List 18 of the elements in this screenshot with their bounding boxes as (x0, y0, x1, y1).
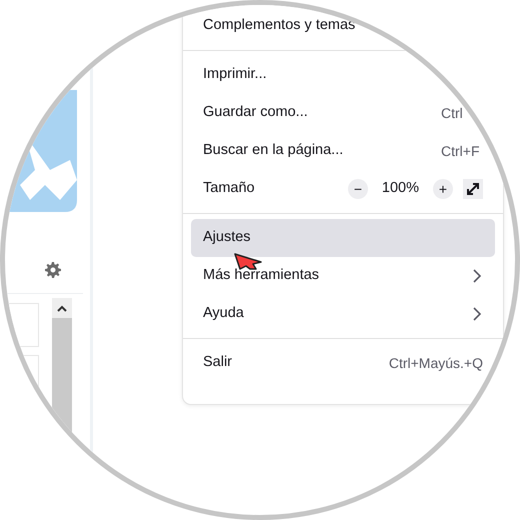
zoom-in-button[interactable]: + (433, 179, 453, 199)
menu-item[interactable]: Guardar como... Ctrl (191, 94, 495, 132)
menu-item[interactable]: Ajustes (191, 219, 495, 257)
menu-item[interactable]: Buscar en la página... Ctrl+F (191, 132, 495, 170)
caret-up-icon[interactable] (57, 304, 67, 312)
fullscreen-button[interactable] (463, 179, 483, 199)
shortcut-text: Ctrl+F (441, 142, 480, 160)
shortcut-text: Ctrl (441, 104, 464, 122)
menu-item[interactable]: Salir Ctrl+Mayús.+Q (191, 344, 495, 382)
menu-item[interactable]: Ayuda (191, 295, 495, 333)
settings-icon[interactable] (45, 262, 61, 278)
menu-item[interactable]: Complementos y temas (191, 7, 495, 45)
menu-item[interactable]: Imprimir... (191, 56, 495, 94)
zoom-label: Tamaño (203, 179, 255, 198)
zoom-level: 100% (382, 179, 419, 198)
menu-item[interactable]: Más herramientas (191, 257, 495, 295)
shortcut-text: Ctrl+Mayús.+Q (388, 354, 483, 373)
zoom-out-button[interactable]: − (348, 179, 368, 199)
